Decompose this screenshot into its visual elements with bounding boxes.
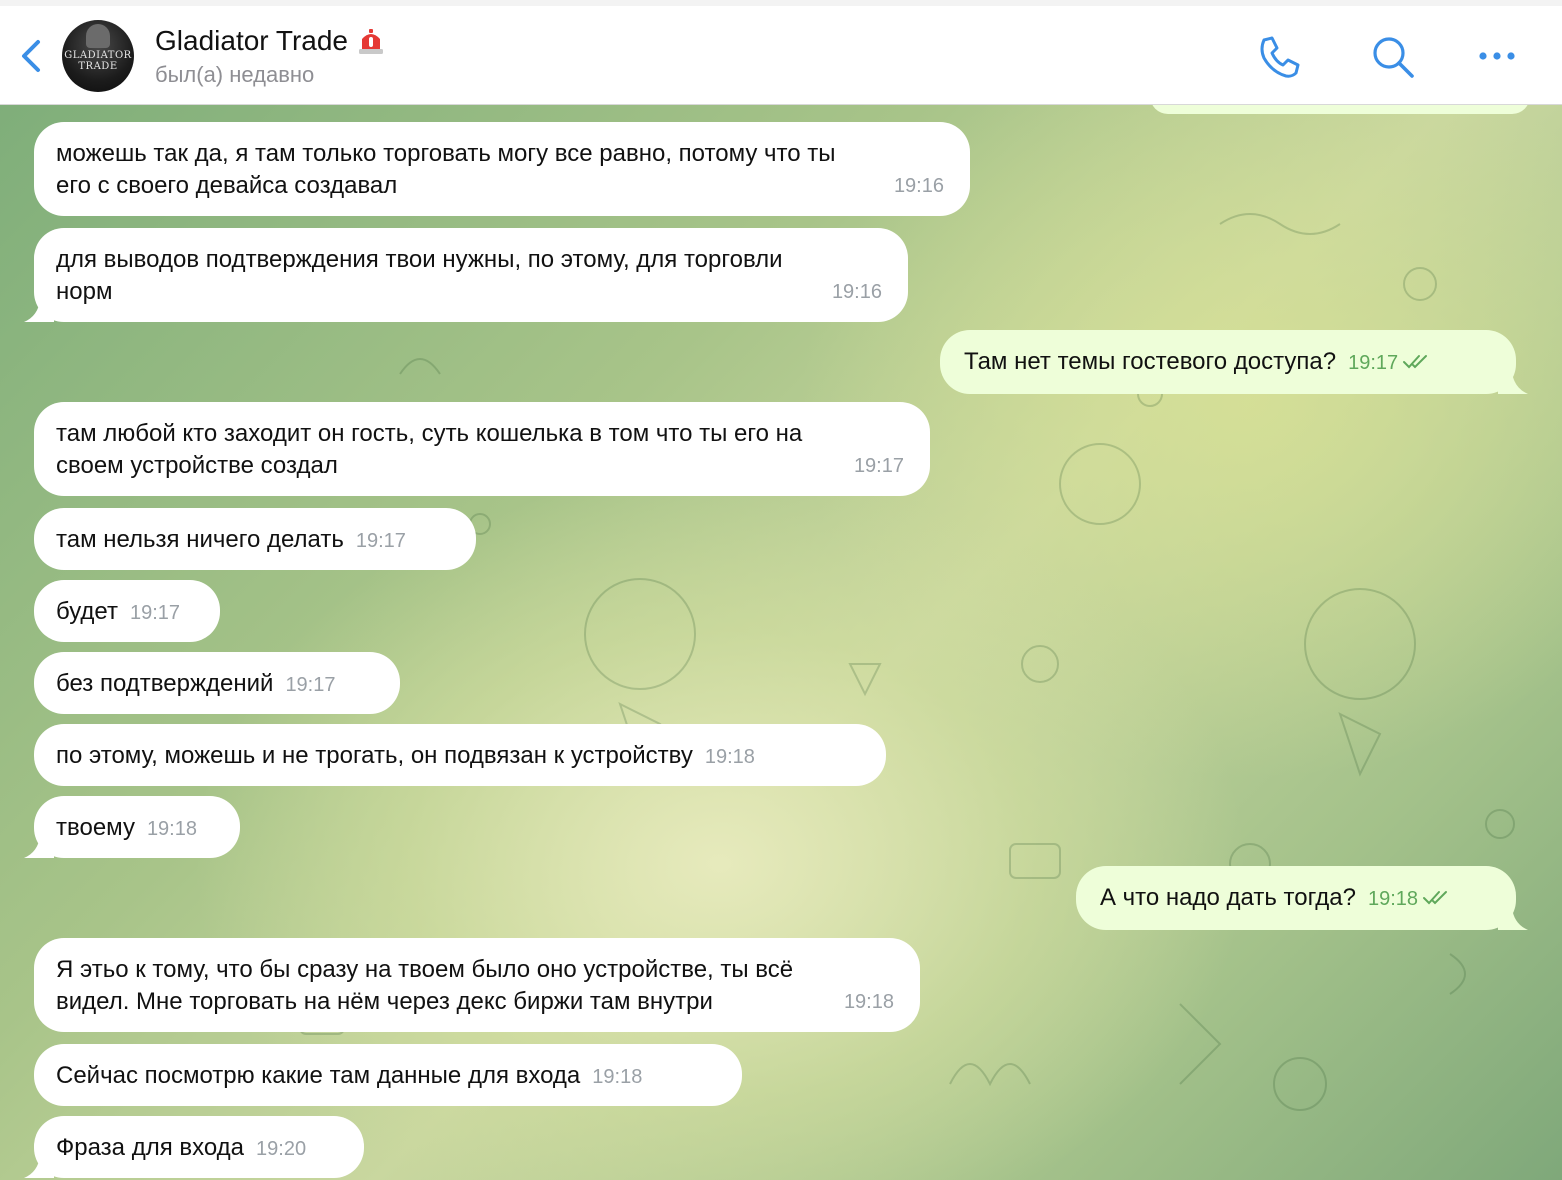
message-time: 19:16 [831,281,882,303]
message-incoming[interactable]: Фраза для входа 19:20 [24,1116,364,1178]
chat-title: Gladiator Trade [155,25,348,56]
bubble-tail [24,300,54,322]
double-check-icon [1403,355,1428,369]
message-text: Я этьо к тому, что бы сразу на твоем был… [56,956,794,1015]
message-incoming[interactable]: твоему 19:18 [24,796,240,858]
message-text: можешь так да, я там только торговать мо… [56,140,836,199]
siren-emoji-icon [359,29,383,54]
bubble-tail [1498,908,1528,930]
message-time: 19:17 [853,455,904,477]
message-outgoing[interactable]: Там нет темы гостевого доступа? 19:17 [940,330,1528,394]
phone-icon [1260,36,1300,78]
message-time: 19:17 [355,530,406,552]
search-button[interactable] [1370,34,1416,80]
message-text: там любой кто заходит он гость, суть кош… [56,420,803,479]
message-time: 19:17 [1348,352,1399,374]
message-time: 19:18 [592,1066,643,1088]
call-button[interactable] [1256,34,1302,80]
message-incoming[interactable]: там любой кто заходит он гость, суть кош… [34,402,930,496]
message-incoming[interactable]: Я этьо к тому, что бы сразу на твоем был… [34,938,920,1032]
message-text: для выводов подтверждения твои нужны, по… [56,246,783,305]
message-text: Там нет темы гостевого доступа? [964,348,1337,375]
message-text: без подтверждений [56,670,274,697]
bubble-tail [24,836,54,858]
double-check-icon [1423,891,1448,905]
message-incoming[interactable]: там нельзя ничего делать 19:17 [34,508,476,570]
message-text: там нельзя ничего делать [56,526,344,553]
chat-title-row[interactable]: Gladiator Trade [155,24,384,58]
bubble-tail [1498,372,1528,394]
message-text: Фраза для входа [56,1134,245,1161]
message-time: 19:18 [843,991,894,1013]
message-time: 19:17 [285,674,336,696]
message-incoming[interactable]: можешь так да, я там только торговать мо… [34,122,970,216]
telegram-chat-window: GLADIATOR TRADE Gladiator Trade был(а) н… [0,0,1562,1180]
message-incoming[interactable]: без подтверждений 19:17 [34,652,400,714]
search-icon [1373,37,1414,78]
avatar-logo-text: GLADIATOR TRADE [64,50,132,72]
chat-header: GLADIATOR TRADE Gladiator Trade был(а) н… [0,0,1562,105]
message-time: 19:18 [146,818,197,840]
more-button[interactable] [1476,34,1522,80]
chat-status: был(а) недавно [155,62,315,87]
message-incoming[interactable]: будет 19:17 [34,580,220,642]
message-time: 19:20 [256,1138,307,1160]
bubble-tail [24,1156,54,1178]
message-time: 19:18 [1367,888,1419,910]
more-icon [1479,52,1515,60]
message-text: Сейчас посмотрю какие там данные для вхо… [56,1062,581,1089]
avatar[interactable]: GLADIATOR TRADE [62,20,134,92]
message-time: 19:17 [129,602,181,624]
message-text: А что надо дать тогда? [1100,884,1356,911]
message-incoming[interactable]: по этому, можешь и не трогать, он подвяз… [34,724,886,786]
message-text: твоему [56,814,135,841]
window-top-strip [0,0,1562,6]
chevron-left-icon [22,40,40,72]
message-incoming[interactable]: для выводов подтверждения твои нужны, по… [24,228,908,322]
gladiator-helmet-icon [86,24,110,48]
message-outgoing[interactable]: А что надо дать тогда? 19:18 [1076,866,1528,930]
message-text: будет [56,598,118,625]
message-incoming[interactable]: Сейчас посмотрю какие там данные для вхо… [34,1044,742,1106]
message-time: 19:16 [893,175,944,197]
message-time: 19:18 [704,746,755,768]
back-button[interactable] [14,36,50,76]
message-text: по этому, можешь и не трогать, он подвяз… [56,742,693,769]
